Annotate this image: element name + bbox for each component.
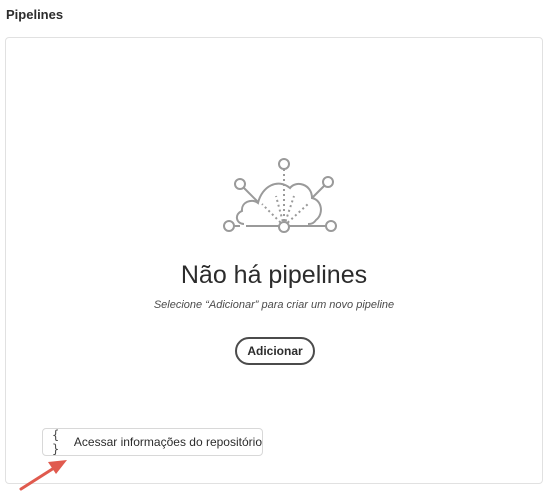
section-title: Pipelines — [6, 7, 64, 22]
pipelines-card: Não há pipelines Selecione “Adicionar” p… — [5, 37, 543, 484]
arrow-icon — [19, 460, 67, 491]
add-pipeline-button[interactable]: Adicionar — [235, 337, 315, 365]
cloud-pipeline-icon — [223, 158, 337, 233]
empty-state-title: Não há pipelines — [180, 261, 368, 289]
repository-info-button[interactable]: { } Acessar informações do repositório — [42, 428, 263, 456]
empty-state-description: Selecione “Adicionar” para criar um novo… — [153, 299, 395, 311]
repository-info-label: Acessar informações do repositório — [73, 435, 262, 449]
